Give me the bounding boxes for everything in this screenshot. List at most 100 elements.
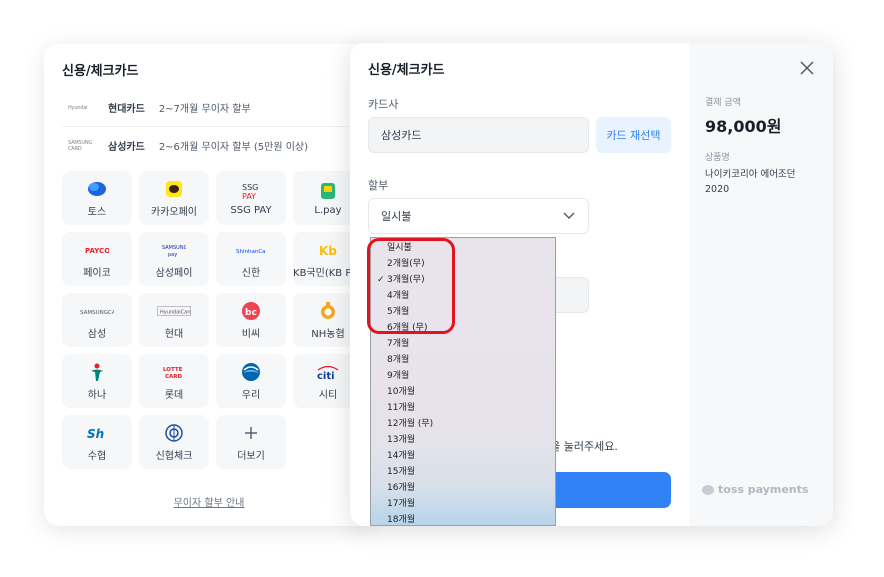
pay-button[interactable]: [540, 472, 671, 508]
payco-icon: PAYCO: [85, 240, 109, 260]
svg-text:Sh: Sh: [87, 427, 104, 441]
card-tile-samsungpay[interactable]: SAMSUNG pay 삼성페이: [139, 232, 209, 286]
panel-title: 신용/체크카드: [62, 64, 139, 79]
promo-text: 2~7개월 무이자 할부: [158, 104, 251, 115]
woori-icon: [241, 362, 261, 382]
card-label: 삼성페이: [155, 267, 193, 279]
card-label: 비씨: [241, 328, 261, 340]
card-label: 시티: [318, 389, 338, 401]
sh-icon: Sh: [86, 423, 108, 443]
card-tile-more[interactable]: 더보기: [216, 415, 286, 469]
card-label: 우리: [241, 389, 261, 401]
chevron-down-icon: [563, 212, 575, 219]
modal-title: 신용/체크카드: [368, 63, 445, 78]
dropdown-option[interactable]: 14개월: [371, 448, 555, 464]
amount-label: 결제 금액: [705, 98, 741, 108]
nh-icon: [319, 301, 337, 321]
amount-value: 98,000원: [705, 117, 782, 136]
card-label: 수협: [87, 450, 107, 462]
card-reselect-button[interactable]: 카드 재선택: [596, 117, 671, 153]
svg-text:CARD: CARD: [165, 374, 183, 379]
citi-icon: citi: [316, 362, 340, 382]
installment-select[interactable]: 일시불: [368, 198, 589, 234]
dropdown-option[interactable]: 18개월: [371, 512, 555, 525]
card-label: 신협체크: [155, 450, 193, 462]
cu-icon: [164, 423, 184, 443]
promo-card-name: 현대카드: [108, 104, 145, 115]
dropdown-option[interactable]: 10개월: [371, 384, 555, 400]
svg-text:LOTTE: LOTTE: [163, 367, 183, 373]
promo-row-samsung: SAMSUNG CARD 삼성카드 2~6개월 무이자 할부 (5만원 이상): [68, 138, 308, 154]
installment-info-link[interactable]: 무이자 할부 안내: [44, 494, 374, 509]
kb-icon: Kb: [317, 240, 339, 260]
card-tile-kakaopay[interactable]: 카카오페이: [139, 171, 209, 225]
close-icon[interactable]: [799, 60, 815, 76]
card-tile-payco[interactable]: PAYCO 페이코: [62, 232, 132, 286]
lotte-icon: LOTTE CARD: [162, 362, 186, 382]
svg-text:SAMSUNGCARD: SAMSUNGCARD: [80, 310, 114, 316]
toss-payments-logo: toss payments: [701, 483, 808, 496]
svg-text:HyundaiCard: HyundaiCard: [160, 309, 191, 315]
card-label: NH농협: [311, 328, 345, 340]
card-tile-lotte[interactable]: LOTTE CARD 롯데: [139, 354, 209, 408]
svg-text:ShinhanCard: ShinhanCard: [236, 249, 266, 255]
card-tile-cu[interactable]: 신협체크: [139, 415, 209, 469]
brand-text: toss payments: [718, 483, 809, 496]
dropdown-option[interactable]: 17개월: [371, 496, 555, 512]
svg-text:SSG: SSG: [242, 183, 258, 192]
toss-icon: [87, 179, 107, 199]
svg-text:Kb: Kb: [319, 244, 337, 258]
card-label: 신한: [241, 267, 261, 279]
samsungpay-icon: SAMSUNG pay: [162, 240, 186, 260]
svg-text:SAMSUNG: SAMSUNG: [162, 245, 186, 251]
card-label: SSG PAY: [230, 204, 272, 216]
card-tile-samsung[interactable]: SAMSUNGCARD 삼성: [62, 293, 132, 347]
order-summary: 결제 금액 98,000원 상품명 나이키코리아 에어조던 2020 toss …: [689, 43, 833, 526]
promo-row-hyundai: Hyundai 현대카드 2~7개월 무이자 할부: [68, 100, 251, 115]
dropdown-option[interactable]: 15개월: [371, 464, 555, 480]
dropdown-option[interactable]: 12개월 (무): [371, 416, 555, 432]
card-label: L.pay: [314, 204, 342, 216]
svg-text:PAY: PAY: [242, 192, 256, 200]
dropdown-option[interactable]: 11개월: [371, 400, 555, 416]
annotation-highlight-box: [367, 238, 455, 334]
card-company-field: 삼성카드: [368, 117, 589, 153]
card-company-label: 카드사: [368, 98, 399, 111]
dropdown-option[interactable]: 7개월: [371, 336, 555, 352]
samsungcard-icon: SAMSUNGCARD: [80, 301, 114, 321]
card-tile-suhyup[interactable]: Sh 수협: [62, 415, 132, 469]
hyundai-logo-icon: Hyundai: [68, 104, 88, 111]
dropdown-option[interactable]: 9개월: [371, 368, 555, 384]
card-tile-toss[interactable]: 토스: [62, 171, 132, 225]
card-tile-woori[interactable]: 우리: [216, 354, 286, 408]
bc-icon: bc: [241, 301, 261, 321]
card-label: 더보기: [237, 450, 265, 462]
card-label: 토스: [87, 206, 107, 218]
dropdown-option[interactable]: 8개월: [371, 352, 555, 368]
toss-logo-icon: [702, 484, 714, 495]
svg-text:pay: pay: [168, 252, 177, 257]
card-label: 하나: [87, 389, 107, 401]
card-tile-hana[interactable]: 하나: [62, 354, 132, 408]
shinhan-icon: ShinhanCard: [236, 240, 266, 260]
product-label: 상품명: [705, 153, 730, 163]
card-tile-bc[interactable]: bc 비씨: [216, 293, 286, 347]
svg-text:PAYCO: PAYCO: [85, 247, 109, 255]
card-tile-shinhan[interactable]: ShinhanCard 신한: [216, 232, 286, 286]
card-label: 카카오페이: [151, 206, 197, 218]
promo-card-name: 삼성카드: [108, 142, 145, 153]
plus-icon: [244, 423, 258, 443]
dropdown-option[interactable]: 16개월: [371, 480, 555, 496]
kakaopay-icon: [165, 179, 183, 199]
lpay-icon: [319, 181, 337, 201]
promo-text: 2~6개월 무이자 할부 (5만원 이상): [158, 142, 308, 153]
installment-label: 할부: [368, 179, 389, 192]
dropdown-option[interactable]: 13개월: [371, 432, 555, 448]
card-tile-hyundai[interactable]: HyundaiCard 현대: [139, 293, 209, 347]
product-value: 나이키코리아 에어조던 2020: [705, 169, 796, 195]
card-label: 삼성: [87, 328, 107, 340]
divider: [62, 126, 374, 127]
card-tile-ssgpay[interactable]: SSG PAY SSG PAY: [216, 171, 286, 225]
hyundaicard-icon: HyundaiCard: [157, 301, 191, 321]
card-label: 롯데: [164, 389, 184, 401]
